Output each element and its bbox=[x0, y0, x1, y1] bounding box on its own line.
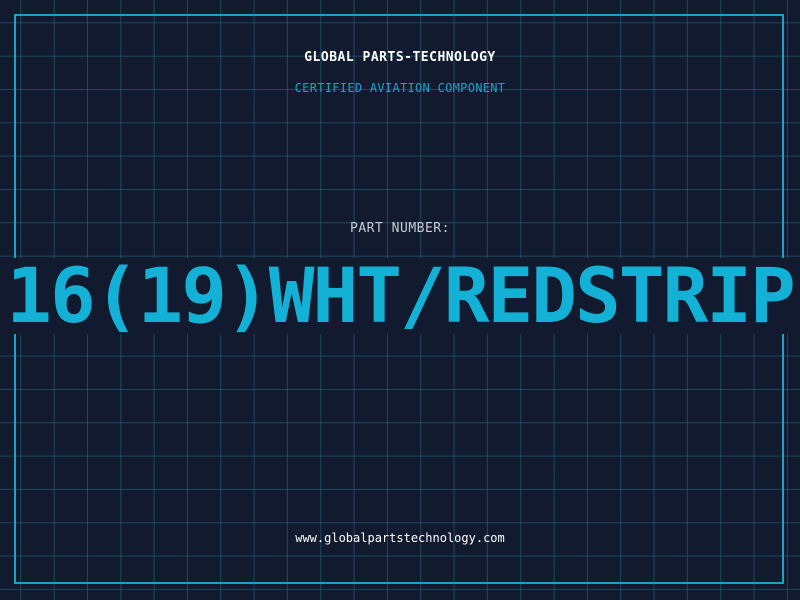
company-name: GLOBAL PARTS-TECHNOLOGY bbox=[304, 50, 496, 65]
part-number-label: PART NUMBER: bbox=[350, 221, 450, 236]
part-number-value: 16(19)WHT/REDSTRIP bbox=[6, 258, 796, 334]
certification-label: CERTIFIED AVIATION COMPONENT bbox=[294, 81, 506, 95]
website-url: www.globalpartstechnology.com bbox=[295, 531, 505, 545]
part-card: GLOBAL PARTS-TECHNOLOGY CERTIFIED AVIATI… bbox=[0, 0, 800, 600]
part-number-band: 16(19)WHT/REDSTRIP bbox=[0, 258, 800, 334]
